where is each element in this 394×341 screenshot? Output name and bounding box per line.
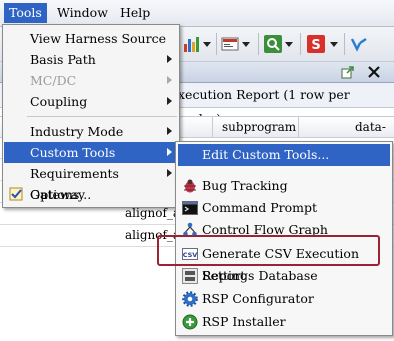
bar-chart-icon[interactable] [183,35,201,53]
menu-item-label: MC/DC [30,73,77,88]
chevron-down-icon[interactable] [203,42,211,47]
menu-item-label: Bug Tracking [202,178,288,193]
submenu-arrow-icon [167,55,172,63]
detach-icon[interactable] [341,65,355,79]
menu-item-rsp-configurator[interactable]: RSP Configurator [178,288,390,310]
menu-item-label: Edit Custom Tools... [202,147,330,162]
menu-bar: Tools Window Help [0,0,394,27]
report-icon[interactable] [221,35,239,53]
menu-item-label: Basis Path [30,52,96,67]
menu-item-label: Industry Mode [30,124,124,139]
toolbar-separator [344,33,345,55]
toolbar-separator [258,33,259,55]
menu-item-label: Coupling [30,94,88,109]
column-header-subprogram[interactable]: subprogram [222,117,296,137]
menu-item-settings-database[interactable]: Settings Database [178,265,390,287]
menu-item-coupling[interactable]: Coupling [4,91,178,112]
close-icon[interactable] [367,65,381,79]
chevron-down-icon[interactable] [285,42,293,47]
toolbar-separator [216,33,217,55]
submenu-arrow-icon [167,148,172,156]
menu-item-command-prompt[interactable]: Command Prompt [178,197,390,219]
menu-item-custom-tools[interactable]: Custom Tools [4,142,178,163]
menu-item-options[interactable]: Options... [4,184,178,205]
menu-item-industry-mode[interactable]: Industry Mode [4,121,178,142]
chevron-down-icon[interactable] [330,42,338,47]
bug-icon [184,179,196,193]
menu-separator [27,116,177,117]
menu-item-label: View Harness Source [30,31,166,46]
menu-item-mcdc: MC/DC [4,70,178,91]
installer-icon [182,314,198,330]
toolbar-separator [300,33,301,55]
command-prompt-icon [182,201,198,215]
table-cell: alignof_a [125,206,181,220]
options-check-icon [9,187,23,201]
submenu-arrow-icon [167,97,172,105]
search-icon[interactable] [264,35,282,53]
menu-help[interactable]: Help [115,3,155,23]
menu-item-view-harness-source[interactable]: View Harness Source [4,28,178,49]
database-icon [182,268,198,284]
menu-tools[interactable]: Tools [4,3,47,23]
menu-item-label: Command Prompt [202,200,318,215]
menu-item-requirements-gateway[interactable]: Requirements Gateway [4,163,178,202]
menu-item-label: Options... [30,187,92,202]
gear-icon [182,291,198,307]
tools-menu: View Harness Source Basis Path MC/DC Cou… [2,24,180,208]
menu-item-rsp-installer[interactable]: RSP Installer [178,311,390,333]
menu-item-label: Settings Database [202,268,318,283]
menu-item-basis-path[interactable]: Basis Path [4,49,178,70]
menu-item-bug-tracking[interactable]: Bug Tracking [178,175,390,197]
submenu-arrow-icon [167,76,172,84]
menu-item-label: RSP Configurator [202,291,314,306]
menu-item-label: RSP Installer [202,314,286,329]
submenu-arrow-icon [167,169,172,177]
chevron-down-icon[interactable] [242,42,250,47]
menu-item-edit-custom-tools[interactable]: Edit Custom Tools... [178,144,390,166]
menu-item-label: Custom Tools [30,145,116,160]
callout-highlight-box [157,235,380,266]
submenu-arrow-icon [167,127,172,135]
coverage-icon[interactable]: S [307,35,325,53]
vectorcast-icon[interactable] [350,35,368,53]
menu-window[interactable]: Window [52,3,113,23]
svg-text:S: S [311,38,320,53]
